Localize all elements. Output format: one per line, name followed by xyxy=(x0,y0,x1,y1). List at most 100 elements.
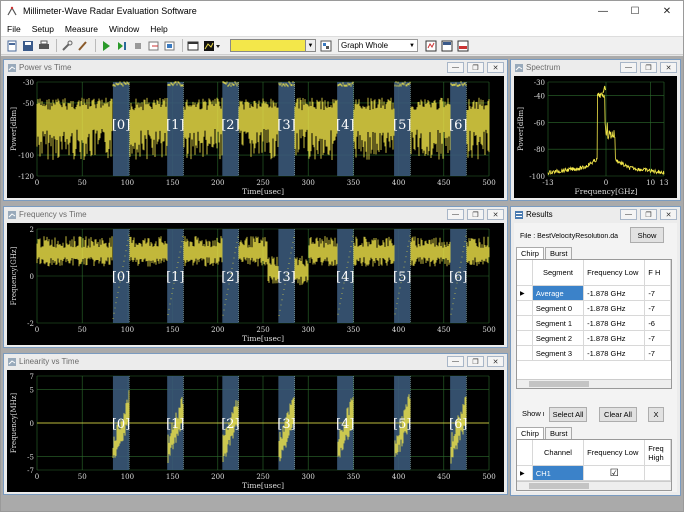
x-tick-label: 400 xyxy=(392,326,405,334)
results-window: Results — ❐ ✕ File : BestVelocityResolutio… xyxy=(510,206,681,496)
frequency-high-cell[interactable]: -7 xyxy=(645,301,671,315)
color-dropdown-icon[interactable]: ▼ xyxy=(306,39,316,52)
select-all-button[interactable]: Select All xyxy=(549,407,587,422)
arrange-icon[interactable] xyxy=(456,39,470,53)
column-header-frequency-high[interactable]: Freq High xyxy=(645,440,671,465)
tab-chirp[interactable]: Chirp xyxy=(516,427,544,439)
frequency-high-cell[interactable] xyxy=(645,466,671,480)
table-row[interactable]: Segment 3 -1.878 GHz -7 xyxy=(517,346,671,361)
frequency-high-cell[interactable]: -7 xyxy=(645,331,671,345)
table-row[interactable]: Segment 2 -1.878 GHz -7 xyxy=(517,331,671,346)
row-header-cell xyxy=(517,260,533,285)
stop-icon[interactable] xyxy=(131,39,145,53)
import-icon[interactable] xyxy=(163,39,177,53)
restore-icon[interactable]: ❐ xyxy=(467,62,484,73)
segment-cell[interactable]: Segment 1 xyxy=(533,316,585,330)
close-icon[interactable]: ✕ xyxy=(660,62,677,73)
x-tick-label: 100 xyxy=(121,179,134,187)
clear-all-button[interactable]: Clear All xyxy=(599,407,637,422)
x-tick-label: 350 xyxy=(347,179,360,187)
frequency-high-cell[interactable]: -7 xyxy=(645,346,671,360)
chirp-label: [3] xyxy=(277,270,295,285)
maximize-icon[interactable]: ☐ xyxy=(619,1,651,21)
frequency-low-checkbox[interactable]: ☑ xyxy=(584,466,646,480)
graph-mode-select[interactable]: Graph Whole ▼ xyxy=(338,39,418,52)
tab-burst[interactable]: Burst xyxy=(544,427,573,439)
segment-cell[interactable]: Segment 2 xyxy=(533,331,585,345)
close-icon[interactable]: ✕ xyxy=(487,356,504,367)
chirp-label: [6] xyxy=(449,118,467,133)
row-header-cell xyxy=(517,316,533,330)
tile-icon[interactable] xyxy=(424,39,438,53)
spectrum-window: Spectrum — ❐ ✕ -13 0 10 13 -30 -40 -60 -80 -100 Fre… xyxy=(510,59,681,201)
column-header-frequency-low[interactable]: Frequency Low xyxy=(584,260,646,285)
minimize-icon[interactable]: — xyxy=(447,356,464,367)
close-icon[interactable]: ✕ xyxy=(487,209,504,220)
table-header: Channel Frequency Low Freq High xyxy=(517,440,671,466)
wrench-icon[interactable] xyxy=(60,39,74,53)
tab-burst[interactable]: Burst xyxy=(544,247,573,259)
chart-icon xyxy=(8,63,16,72)
pen-icon[interactable] xyxy=(76,39,90,53)
close-button[interactable]: X xyxy=(648,407,664,422)
frequency-low-cell[interactable]: -1.878 GHz xyxy=(584,346,646,360)
export-icon[interactable] xyxy=(147,39,161,53)
segment-cell[interactable]: Segment 0 xyxy=(533,301,585,315)
horizontal-scrollbar[interactable] xyxy=(517,379,671,388)
table-row[interactable]: Segment 0 -1.878 GHz -7 xyxy=(517,301,671,316)
horizontal-scrollbar[interactable] xyxy=(517,481,671,490)
play-icon[interactable] xyxy=(99,39,113,53)
restore-icon[interactable]: ❐ xyxy=(467,356,484,367)
minimize-icon[interactable]: — xyxy=(447,62,464,73)
frequency-high-cell[interactable]: -6 xyxy=(645,316,671,330)
row-header-cell xyxy=(517,440,533,465)
save-icon[interactable] xyxy=(21,39,35,53)
table-row[interactable]: Segment 1 -1.878 GHz -6 xyxy=(517,316,671,331)
trace-color-swatch[interactable] xyxy=(230,39,306,52)
scroll-thumb[interactable] xyxy=(529,483,589,489)
tab-chirp[interactable]: Chirp xyxy=(516,247,544,259)
frequency-low-cell[interactable]: -1.878 GHz xyxy=(584,301,646,315)
channel-cell[interactable]: CH1 xyxy=(532,466,585,480)
restore-icon[interactable]: ❐ xyxy=(640,62,657,73)
column-header-segment[interactable]: Segment xyxy=(533,260,585,285)
segment-cell[interactable]: Average xyxy=(532,286,585,300)
menu-setup[interactable]: Setup xyxy=(32,24,54,34)
new-file-icon[interactable] xyxy=(5,39,19,53)
restore-icon[interactable]: ❐ xyxy=(467,209,484,220)
print-icon[interactable] xyxy=(37,39,51,53)
frequency-low-cell[interactable]: -1.878 GHz xyxy=(584,316,646,330)
frequency-low-cell[interactable]: -1.878 GHz xyxy=(584,286,646,300)
column-header-channel[interactable]: Channel xyxy=(533,440,585,465)
menu-window[interactable]: Window xyxy=(109,24,139,34)
column-header-frequency-high[interactable]: F H xyxy=(645,260,671,285)
show-button[interactable]: Show xyxy=(630,227,664,243)
table-row[interactable]: ▶ Average -1.878 GHz -7 xyxy=(517,286,671,301)
close-icon[interactable]: ✕ xyxy=(487,62,504,73)
segment-cell[interactable]: Segment 3 xyxy=(533,346,585,360)
frequency-low-cell[interactable]: -1.878 GHz xyxy=(584,331,646,345)
graph-type-icon[interactable] xyxy=(202,39,222,53)
minimize-icon[interactable]: — xyxy=(620,62,637,73)
minimize-icon[interactable]: — xyxy=(447,209,464,220)
close-icon[interactable]: ✕ xyxy=(651,1,683,21)
table-row[interactable]: ▶ CH1 ☑ xyxy=(517,466,671,481)
window-layout-icon[interactable] xyxy=(186,39,200,53)
minimize-icon[interactable]: — xyxy=(620,209,637,220)
scroll-thumb[interactable] xyxy=(529,381,589,387)
cascade-icon[interactable] xyxy=(440,39,454,53)
column-header-frequency-low[interactable]: Frequency Low xyxy=(584,440,646,465)
color-picker-icon[interactable] xyxy=(319,39,333,53)
restore-icon[interactable]: ❐ xyxy=(640,209,657,220)
frequency-high-cell[interactable]: -7 xyxy=(645,286,671,300)
menu-help[interactable]: Help xyxy=(150,24,167,34)
frequency-chart-svg: 0 50 100 150 200 250 300 350 400 450 50020-2Time[u… xyxy=(10,226,496,343)
step-icon[interactable] xyxy=(115,39,129,53)
menu-file[interactable]: File xyxy=(7,24,21,34)
close-icon[interactable]: ✕ xyxy=(660,209,677,220)
x-tick-label: 300 xyxy=(302,326,315,334)
y-tick-label: 5 xyxy=(30,386,34,394)
menu-measure[interactable]: Measure xyxy=(65,24,98,34)
frequency-vs-time-window: Frequency vs Time — ❐ ✕ 0 50 100 150 200 250 300… xyxy=(3,206,508,348)
minimize-icon[interactable]: — xyxy=(587,1,619,21)
